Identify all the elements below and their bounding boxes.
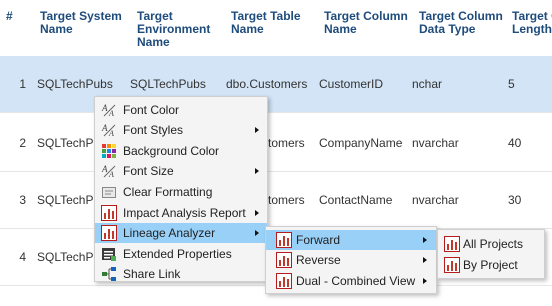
font-styles-icon: AA bbox=[101, 122, 117, 138]
menu-item-dual-combined-view[interactable]: Dual - Combined View bbox=[266, 271, 436, 291]
menu-item-label: Impact Analysis Report bbox=[123, 206, 246, 220]
row-number: 2 bbox=[19, 136, 26, 150]
report-chart-icon bbox=[444, 257, 460, 273]
report-chart-icon bbox=[276, 252, 292, 268]
report-chart-icon bbox=[276, 273, 292, 289]
menu-item-label: By Project bbox=[463, 258, 518, 272]
menu-item-label: Font Size bbox=[123, 164, 174, 178]
report-chart-icon bbox=[101, 225, 117, 241]
menu-item-font-size[interactable]: AA Font Size bbox=[95, 161, 267, 181]
menu-item-background-color[interactable]: Background Color bbox=[95, 141, 267, 161]
submenu-arrow-icon bbox=[255, 127, 259, 133]
submenu-arrow-icon bbox=[423, 278, 427, 284]
header-num[interactable]: # bbox=[6, 10, 20, 23]
font-color-icon: AA bbox=[101, 102, 117, 118]
cell-table: tomers bbox=[268, 136, 305, 150]
menu-item-forward[interactable]: Forward bbox=[266, 230, 436, 250]
menu-item-impact-analysis-report[interactable]: Impact Analysis Report bbox=[95, 203, 267, 223]
report-chart-icon bbox=[101, 205, 117, 221]
menu-item-reverse[interactable]: Reverse bbox=[266, 250, 436, 270]
table-row[interactable]: 2 SQLTechPu tomers CompanyName nvarchar … bbox=[0, 115, 552, 172]
menu-item-label: Extended Properties bbox=[123, 247, 232, 261]
menu-item-lineage-analyzer[interactable]: Lineage Analyzer bbox=[95, 223, 267, 243]
menu-item-by-project[interactable]: By Project bbox=[438, 255, 544, 275]
report-chart-icon bbox=[276, 232, 292, 248]
forward-submenu: All Projects By Project bbox=[437, 229, 545, 279]
cell-data-type: nvarchar bbox=[412, 193, 459, 207]
cell-data-type: nvarchar bbox=[412, 136, 459, 150]
cell-length: 30 bbox=[508, 193, 522, 207]
submenu-arrow-icon bbox=[255, 168, 259, 174]
header-target-system-name[interactable]: Target System Name bbox=[40, 10, 130, 36]
menu-item-label: Font Color bbox=[123, 103, 180, 117]
menu-item-label: Font Styles bbox=[123, 123, 184, 137]
submenu-arrow-icon bbox=[423, 237, 427, 243]
menu-item-share-link[interactable]: Share Link bbox=[95, 264, 267, 284]
menu-item-label: Share Link bbox=[123, 267, 181, 281]
cell-column: CustomerID bbox=[319, 77, 384, 91]
menu-item-label: Dual - Combined View bbox=[296, 274, 416, 288]
cell-column: ContactName bbox=[319, 193, 393, 207]
context-menu: AA Font Color AA Font Styles Background … bbox=[94, 96, 268, 282]
menu-item-label: Background Color bbox=[123, 144, 220, 158]
cell-table: tomers bbox=[268, 193, 305, 207]
cell-column: CompanyName bbox=[319, 136, 403, 150]
svg-text:A: A bbox=[101, 123, 108, 133]
cell-length: 5 bbox=[508, 77, 515, 91]
report-chart-icon bbox=[444, 236, 460, 252]
menu-item-clear-formatting[interactable]: Clear Formatting bbox=[95, 182, 267, 202]
lineage-analyzer-submenu: Forward Reverse Dual - Combined View bbox=[265, 226, 437, 294]
svg-text:A: A bbox=[108, 170, 114, 179]
svg-text:A: A bbox=[101, 103, 108, 113]
properties-icon bbox=[101, 246, 117, 262]
menu-item-font-color[interactable]: AA Font Color bbox=[95, 100, 267, 120]
header-target-column-name[interactable]: Target Column Name bbox=[324, 10, 408, 36]
table-row[interactable]: 1 SQLTechPubs SQLTechPubs dbo.Customers … bbox=[0, 56, 552, 113]
svg-text:A: A bbox=[101, 164, 108, 174]
cell-system: SQLTechPu bbox=[37, 136, 101, 150]
clear-formatting-icon bbox=[101, 184, 117, 200]
header-target-table-name[interactable]: Target Table Name bbox=[231, 10, 311, 36]
menu-item-label: Forward bbox=[296, 233, 341, 247]
menu-item-extended-properties[interactable]: Extended Properties bbox=[95, 244, 267, 264]
cell-length: 40 bbox=[508, 136, 522, 150]
header-target-column-length[interactable]: Target C Length bbox=[512, 10, 552, 36]
menu-item-label: Clear Formatting bbox=[123, 185, 213, 199]
submenu-arrow-icon bbox=[423, 257, 427, 263]
menu-item-label: Reverse bbox=[296, 253, 341, 267]
header-target-environment-name[interactable]: Target Environment Name bbox=[137, 10, 217, 49]
font-size-icon: AA bbox=[101, 163, 117, 179]
header-target-column-data-type[interactable]: Target Column Data Type bbox=[419, 10, 505, 36]
cell-system: SQLTechPu bbox=[37, 250, 101, 264]
menu-item-label: Lineage Analyzer bbox=[123, 226, 216, 240]
background-color-icon bbox=[101, 143, 117, 159]
menu-item-font-styles[interactable]: AA Font Styles bbox=[95, 120, 267, 140]
svg-text:A: A bbox=[108, 109, 114, 118]
svg-text:A: A bbox=[108, 129, 114, 138]
row-number: 4 bbox=[19, 250, 26, 264]
cell-system: SQLTechPu bbox=[37, 193, 101, 207]
menu-item-label: All Projects bbox=[463, 237, 524, 251]
table-row[interactable]: 3 SQLTechPu tomers ContactName nvarchar … bbox=[0, 172, 552, 229]
row-number: 3 bbox=[19, 193, 26, 207]
row-number: 1 bbox=[19, 77, 26, 91]
submenu-arrow-icon bbox=[255, 230, 259, 236]
cell-data-type: nchar bbox=[412, 77, 443, 91]
menu-item-all-projects[interactable]: All Projects bbox=[438, 234, 544, 254]
submenu-arrow-icon bbox=[255, 210, 259, 216]
share-link-icon bbox=[101, 266, 117, 282]
